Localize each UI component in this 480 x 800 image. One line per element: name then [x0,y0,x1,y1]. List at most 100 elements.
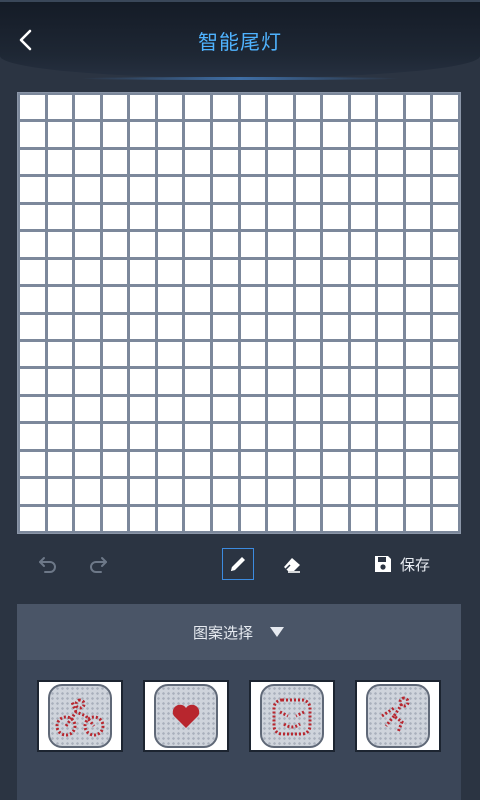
led-cell[interactable] [350,177,376,202]
led-cell[interactable] [405,341,431,367]
led-cell[interactable] [268,122,293,147]
led-cell[interactable] [47,204,73,230]
led-cell[interactable] [350,341,376,367]
led-cell[interactable] [405,149,431,175]
led-cell[interactable] [268,396,293,422]
led-cell[interactable] [47,314,73,339]
led-cell[interactable] [350,396,376,422]
led-cell[interactable] [157,341,183,367]
led-cell[interactable] [240,149,266,175]
led-cell[interactable] [157,314,183,339]
led-cell[interactable] [323,259,348,285]
led-cell[interactable] [268,451,293,477]
led-cell[interactable] [295,259,321,285]
led-cell[interactable] [212,259,238,285]
led-cell[interactable] [268,232,293,257]
led-cell[interactable] [212,287,238,312]
led-cell[interactable] [295,451,321,477]
led-cell[interactable] [212,451,238,477]
led-cell[interactable] [75,287,100,312]
led-cell[interactable] [268,341,293,367]
led-cell[interactable] [240,287,266,312]
led-cell[interactable] [295,506,321,531]
led-cell[interactable] [268,369,293,394]
pattern-select-dropdown[interactable]: 图案选择 [17,604,461,660]
led-cell[interactable] [268,506,293,531]
led-cell[interactable] [405,122,431,147]
led-cell[interactable] [20,232,45,257]
led-cell[interactable] [75,259,100,285]
led-cell[interactable] [323,232,348,257]
led-cell[interactable] [405,95,431,120]
led-cell[interactable] [130,341,155,367]
led-cell[interactable] [240,341,266,367]
led-cell[interactable] [323,149,348,175]
led-cell[interactable] [185,451,210,477]
led-cell[interactable] [130,506,155,531]
led-cell[interactable] [433,95,458,120]
led-cell[interactable] [433,451,458,477]
led-cell[interactable] [378,177,403,202]
led-cell[interactable] [323,95,348,120]
led-cell[interactable] [268,479,293,504]
led-cell[interactable] [350,424,376,449]
led-cell[interactable] [323,341,348,367]
led-cell[interactable] [268,204,293,230]
led-cell[interactable] [20,287,45,312]
led-cell[interactable] [47,259,73,285]
led-cell[interactable] [295,232,321,257]
led-cell[interactable] [47,95,73,120]
led-cell[interactable] [405,369,431,394]
led-cell[interactable] [378,341,403,367]
led-cell[interactable] [185,149,210,175]
led-cell[interactable] [102,259,128,285]
led-cell[interactable] [433,204,458,230]
led-cell[interactable] [75,232,100,257]
led-cell[interactable] [20,451,45,477]
led-cell[interactable] [157,287,183,312]
led-cell[interactable] [212,506,238,531]
led-cell[interactable] [157,506,183,531]
led-cell[interactable] [20,177,45,202]
led-cell[interactable] [240,396,266,422]
led-cell[interactable] [378,369,403,394]
led-cell[interactable] [130,369,155,394]
led-cell[interactable] [323,506,348,531]
led-cell[interactable] [185,287,210,312]
led-cell[interactable] [405,424,431,449]
led-cell[interactable] [433,424,458,449]
led-cell[interactable] [212,149,238,175]
led-cell[interactable] [212,424,238,449]
pattern-bicycle[interactable] [37,680,123,752]
led-cell[interactable] [212,341,238,367]
led-cell[interactable] [75,369,100,394]
led-cell[interactable] [405,232,431,257]
led-cell[interactable] [240,177,266,202]
led-cell[interactable] [295,95,321,120]
led-cell[interactable] [130,479,155,504]
led-cell[interactable] [212,314,238,339]
led-cell[interactable] [240,479,266,504]
led-cell[interactable] [75,95,100,120]
led-cell[interactable] [240,204,266,230]
led-cell[interactable] [323,287,348,312]
led-cell[interactable] [20,122,45,147]
pattern-rider[interactable] [355,680,441,752]
pattern-face[interactable] [249,680,335,752]
led-cell[interactable] [433,314,458,339]
led-cell[interactable] [378,259,403,285]
led-cell[interactable] [295,287,321,312]
led-cell[interactable] [157,122,183,147]
led-cell[interactable] [47,396,73,422]
led-cell[interactable] [350,451,376,477]
led-cell[interactable] [185,177,210,202]
led-cell[interactable] [185,341,210,367]
led-cell[interactable] [47,451,73,477]
led-cell[interactable] [323,177,348,202]
led-cell[interactable] [350,369,376,394]
led-grid[interactable] [19,94,459,532]
led-cell[interactable] [157,177,183,202]
led-cell[interactable] [20,506,45,531]
led-cell[interactable] [295,424,321,449]
led-cell[interactable] [102,177,128,202]
